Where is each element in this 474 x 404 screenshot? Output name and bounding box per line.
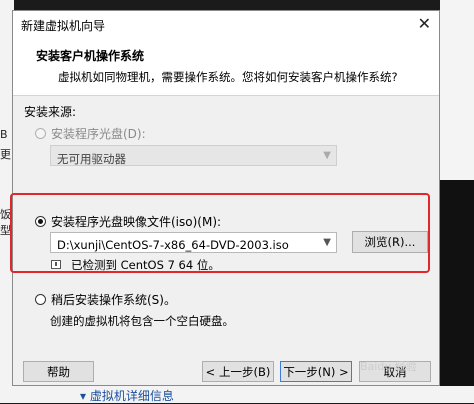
- background-window-right: [440, 0, 474, 180]
- close-icon[interactable]: ✕: [418, 14, 431, 33]
- next-button[interactable]: 下一步(N) >: [280, 361, 352, 382]
- radio-installer-disc[interactable]: 安装程序光盘(D):: [35, 125, 146, 142]
- highlight-annotation-box: [10, 193, 430, 273]
- back-button[interactable]: < 上一步(B): [202, 361, 274, 382]
- header-title: 安装客户机操作系统: [36, 49, 145, 63]
- install-source-label: 安装来源:: [24, 105, 77, 119]
- radio-install-later[interactable]: 稍后安装操作系统(S)。: [35, 291, 176, 308]
- radio-button[interactable]: [35, 128, 46, 139]
- background-text-fragment: B: [0, 128, 8, 141]
- radio-button[interactable]: [35, 294, 46, 305]
- header-subtitle: 虚拟机如同物理机，需要操作系统。您将如何安装客户机操作系统?: [58, 70, 398, 84]
- background-text-fragment: 更: [0, 148, 11, 161]
- radio-install-later-label: 稍后安装操作系统(S)。: [51, 293, 176, 307]
- dialog-header: 安装客户机操作系统 虚拟机如同物理机，需要操作系统。您将如何安装客户机操作系统?: [13, 37, 439, 96]
- watermark-logo: Baidu 经验: [360, 360, 417, 373]
- install-later-description: 创建的虚拟机将包含一个空白硬盘。: [50, 314, 234, 328]
- background-dark-panel: [440, 180, 474, 403]
- chevron-down-icon: ▼: [323, 150, 331, 161]
- drive-select[interactable]: 无可用驱动器 ▼: [50, 145, 337, 166]
- radio-installer-disc-label: 安装程序光盘(D):: [51, 127, 146, 141]
- background-bottom-strip: ▾ 虚拟机详细信息: [0, 386, 474, 403]
- dialog-titlebar: 新建虚拟机向导 ✕: [13, 11, 439, 37]
- dialog-title: 新建虚拟机向导: [21, 19, 106, 33]
- drive-select-value: 无可用驱动器: [57, 152, 126, 166]
- vm-details-link[interactable]: ▾ 虚拟机详细信息: [80, 387, 174, 404]
- help-button[interactable]: 帮助: [23, 361, 94, 382]
